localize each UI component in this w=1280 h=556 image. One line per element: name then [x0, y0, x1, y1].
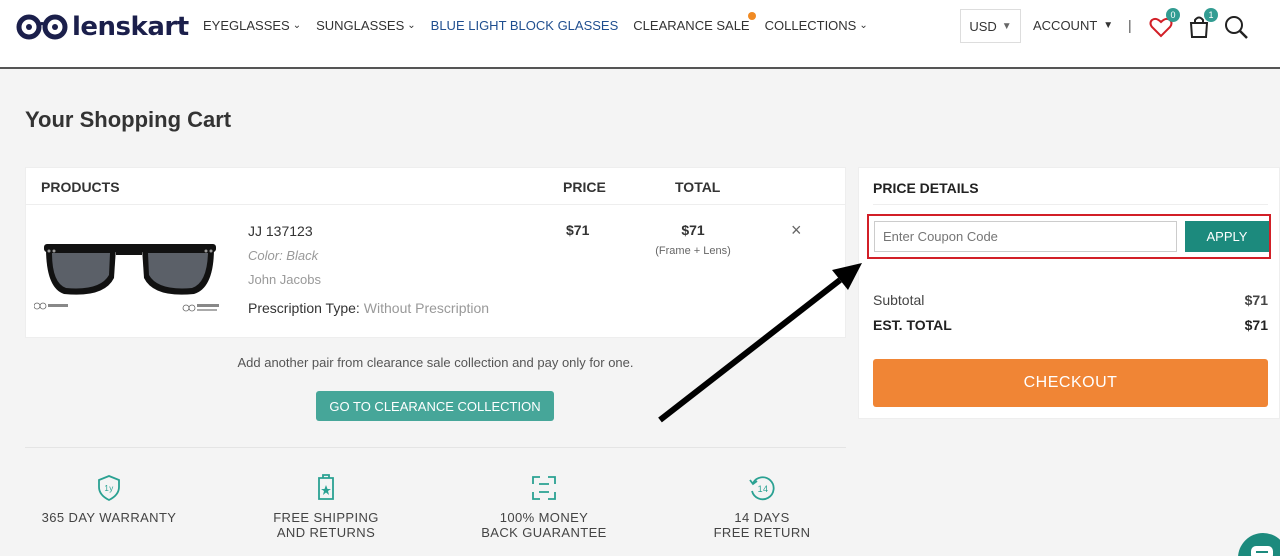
cart-button[interactable]: 1 [1186, 8, 1218, 40]
est-total-amount: $71 [1244, 317, 1268, 333]
nav-eyeglasses-label: EYEGLASSES [203, 18, 290, 33]
return-days-icon: 14 [749, 476, 775, 501]
product-name[interactable]: JJ 137123 [248, 223, 313, 239]
chat-icon [1251, 546, 1273, 556]
prescription-type: Prescription Type: Without Prescription [248, 300, 489, 316]
svg-text:1y: 1y [104, 484, 113, 493]
cart-panel: PRODUCTS PRICE TOTAL JJ 137123 Color: Bl… [25, 167, 846, 338]
header-separator: | [1128, 17, 1132, 33]
caret-down-icon: ▼ [1001, 20, 1012, 32]
feature-money-back: 100% MONEY BACK GUARANTEE [454, 474, 634, 540]
subtotal-amount: $71 [1244, 292, 1268, 308]
product-image[interactable] [34, 233, 224, 318]
feature-shipping-line1: FREE SHIPPING [273, 510, 379, 525]
glasses-logo-icon [16, 14, 68, 40]
nav-clearance-sale[interactable]: CLEARANCE SALE [633, 12, 756, 33]
warranty-shield-icon: 1y [98, 475, 120, 502]
remove-item-button[interactable]: × [791, 220, 802, 241]
feature-return-line1: 14 DAYS [734, 510, 790, 525]
feature-warranty-line1: 365 DAY WARRANTY [41, 510, 177, 525]
chevron-down-icon: ⌄ [407, 20, 416, 31]
wishlist-count-badge: 0 [1166, 8, 1180, 22]
prescription-value: Without Prescription [363, 300, 490, 316]
product-color: Color: Black [248, 248, 319, 263]
nav-collections-label: COLLECTIONS [764, 18, 857, 33]
feature-return-line2: FREE RETURN [713, 525, 811, 540]
section-divider [25, 447, 846, 448]
lenskart-logo[interactable]: lenskart [15, 12, 189, 42]
svg-text:14: 14 [758, 484, 769, 494]
products-header: PRODUCTS [41, 179, 120, 195]
est-total-row: EST. TOTAL $71 [873, 317, 1268, 333]
account-menu[interactable]: ACCOUNT ▼ [1033, 18, 1113, 33]
feature-money-line2: BACK GUARANTEE [481, 525, 607, 540]
shipping-tag-icon [318, 474, 334, 500]
search-icon [1225, 16, 1248, 39]
page-title: Your Shopping Cart [25, 107, 232, 132]
checkout-button[interactable]: CHECKOUT [873, 359, 1268, 407]
nav-clearance-label: CLEARANCE SALE [633, 18, 750, 33]
brand-name: lenskart [72, 12, 189, 42]
nav-eyeglasses[interactable]: EYEGLASSES ⌄ [203, 18, 301, 33]
product-brand: John Jacobs [248, 272, 321, 287]
title-divider [873, 204, 1268, 205]
feature-money-line1: 100% MONEY [499, 510, 589, 525]
go-to-clearance-button[interactable]: GO TO CLEARANCE COLLECTION [316, 391, 554, 421]
item-price: $71 [566, 222, 590, 238]
cart-table-header: PRODUCTS PRICE TOTAL [26, 168, 845, 205]
account-label: ACCOUNT [1033, 18, 1098, 33]
prescription-label: Prescription Type: [248, 300, 360, 316]
feature-shipping-line2: AND RETURNS [276, 525, 376, 540]
est-total-label: EST. TOTAL [873, 317, 952, 333]
site-header: lenskart EYEGLASSES ⌄ SUNGLASSES ⌄ BLUE … [0, 0, 1280, 69]
main-nav: EYEGLASSES ⌄ SUNGLASSES ⌄ BLUE LIGHT BLO… [203, 12, 883, 33]
nav-blue-light-label: BLUE LIGHT BLOCK GLASSES [430, 18, 619, 33]
chevron-down-icon: ⌄ [859, 20, 868, 31]
item-total-note: (Frame + Lens) [655, 245, 731, 257]
feature-warranty: 1y 365 DAY WARRANTY [19, 474, 199, 525]
currency-value: USD [969, 18, 997, 34]
clearance-promo-text: Add another pair from clearance sale col… [237, 355, 634, 370]
price-details-title: PRICE DETAILS [873, 180, 979, 196]
money-back-icon [532, 476, 556, 500]
cart-count-badge: 1 [1204, 8, 1218, 22]
caret-down-icon: ▼ [1103, 20, 1114, 31]
nav-collections[interactable]: COLLECTIONS ⌄ [765, 18, 868, 33]
apply-coupon-button[interactable]: APPLY [1185, 221, 1269, 252]
coupon-code-input[interactable] [874, 221, 1177, 252]
new-dot-indicator [747, 12, 756, 20]
search-button[interactable] [1223, 14, 1249, 40]
subtotal-row: Subtotal $71 [873, 292, 1268, 308]
price-header: PRICE [563, 179, 606, 195]
coupon-highlight-box: APPLY [867, 214, 1271, 259]
item-total: $71 [681, 222, 705, 238]
feature-return: 14 14 DAYS FREE RETURN [672, 474, 852, 540]
nav-sunglasses[interactable]: SUNGLASSES ⌄ [316, 18, 416, 33]
subtotal-label: Subtotal [873, 292, 925, 308]
price-details-panel: PRICE DETAILS APPLY Subtotal $71 EST. TO… [858, 167, 1280, 419]
total-header: TOTAL [675, 179, 721, 195]
nav-blue-light[interactable]: BLUE LIGHT BLOCK GLASSES [431, 18, 619, 33]
currency-select[interactable]: USD ▼ [960, 9, 1021, 43]
chat-support-button[interactable] [1238, 533, 1280, 556]
chevron-down-icon: ⌄ [292, 20, 302, 31]
nav-sunglasses-label: SUNGLASSES [316, 18, 405, 33]
wishlist-button[interactable]: 0 [1148, 8, 1180, 40]
feature-shipping: FREE SHIPPING AND RETURNS [236, 474, 416, 540]
